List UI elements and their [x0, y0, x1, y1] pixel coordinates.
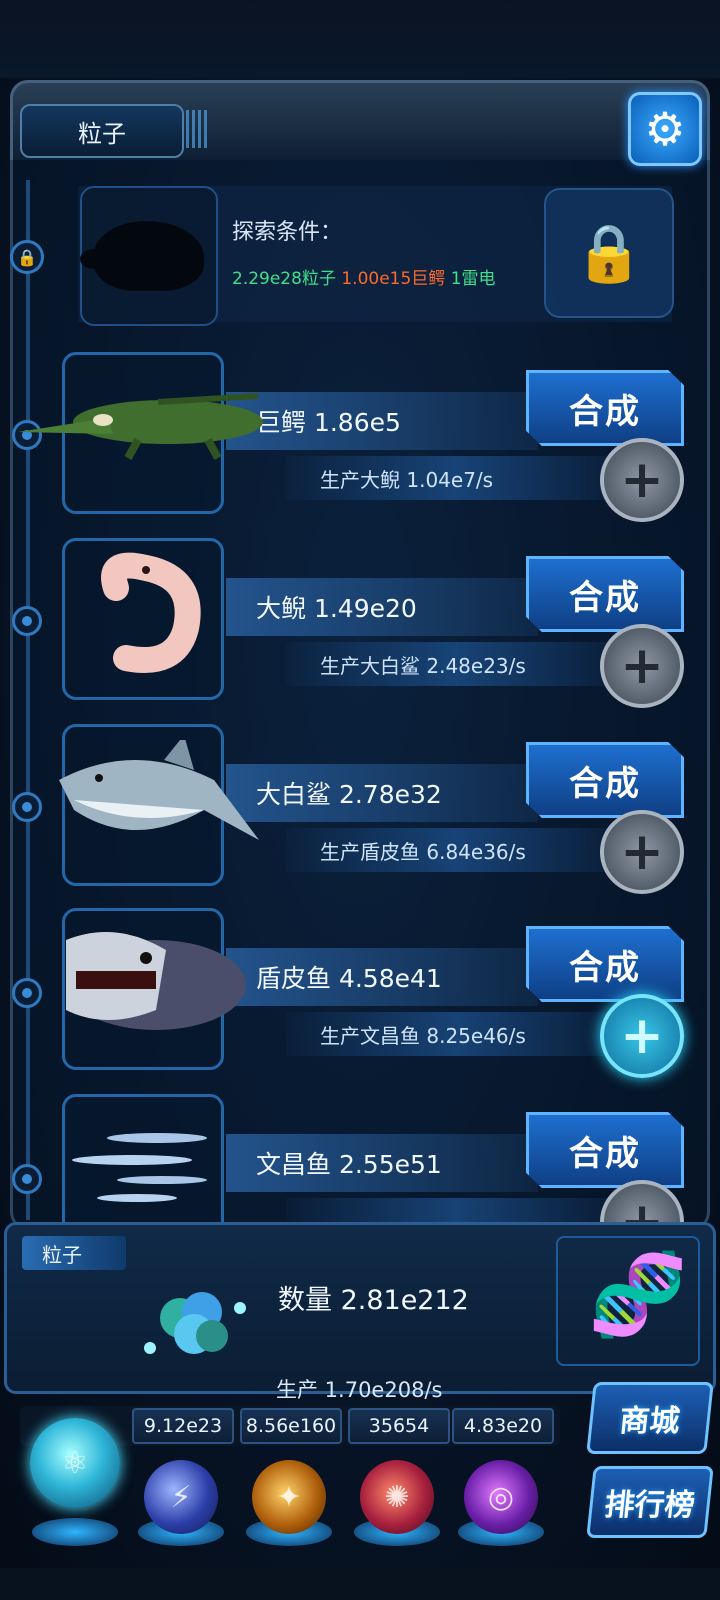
plus-icon: + — [620, 822, 664, 882]
page-title: 粒子 — [78, 119, 126, 148]
plus-icon: + — [620, 1192, 664, 1222]
particle-quantity: 数量 2.81e212 — [278, 1285, 469, 1316]
creature-name-bar: 大白鲨 2.78e32 — [226, 764, 538, 822]
energy-orb-tab[interactable]: ◎ — [464, 1460, 538, 1534]
locked-creature-portrait — [80, 186, 218, 326]
title-decoration — [186, 110, 208, 148]
orb-pedestal — [32, 1518, 118, 1546]
thunder-orb-tab[interactable]: ⚡ — [144, 1460, 218, 1534]
creature-name: 文昌鱼 2.55e51 — [256, 1150, 442, 1179]
lock-icon: 🔒 — [17, 247, 37, 267]
explore-requirements: 2.29e28粒子 1.00e15巨鳄 1雷电 — [232, 264, 496, 289]
bottom-strip — [0, 1568, 720, 1600]
shop-button[interactable]: 商城 — [586, 1382, 714, 1454]
creature-name-bar: 盾皮鱼 4.58e41 — [226, 948, 538, 1006]
creature-production: 生产盾皮鱼 6.84e36/s — [320, 839, 526, 864]
synthesize-button[interactable]: 合成 — [526, 1112, 684, 1188]
gear-icon: ⚙ — [644, 102, 686, 156]
progress-rail — [26, 180, 30, 1220]
dna-icon: 🧬 — [588, 1248, 688, 1341]
creature-production: 生产大白鲨 2.48e23/s — [320, 653, 526, 678]
creature-name: 大鲵 1.49e20 — [256, 594, 417, 623]
top-background — [0, 0, 720, 78]
creature-production-bar — [286, 1198, 626, 1222]
placoderm-image — [66, 932, 246, 1030]
creature-name: 大白鲨 2.78e32 — [256, 780, 442, 809]
rail-node — [12, 792, 42, 822]
particle-tag: 粒子 — [22, 1236, 126, 1270]
fire-orb-tab[interactable]: ✦ — [252, 1460, 326, 1534]
add-button[interactable]: + — [600, 438, 684, 522]
lightning-icon: ⚡ — [170, 1479, 192, 1515]
particle-cluster-icon — [144, 1292, 246, 1354]
explore-condition-label: 探索条件： — [232, 220, 343, 245]
ranking-button[interactable]: 排行榜 — [586, 1466, 714, 1538]
particle-production: 生产 1.70e208/s — [276, 1378, 443, 1402]
synthesize-button[interactable]: 合成 — [526, 926, 684, 1002]
rail-node — [12, 1164, 42, 1194]
synthesize-button[interactable]: 合成 — [526, 370, 684, 446]
settings-button[interactable]: ⚙ — [628, 92, 702, 166]
add-button[interactable]: + — [600, 810, 684, 894]
synthesize-button[interactable]: 合成 — [526, 556, 684, 632]
creature-production-bar: 生产盾皮鱼 6.84e36/s — [286, 828, 626, 872]
requirement-particles: 2.29e28粒子 — [232, 269, 336, 289]
creature-name: 巨鳄 1.86e5 — [256, 408, 401, 437]
creature-name: 盾皮鱼 4.58e41 — [256, 964, 442, 993]
vortex-icon: ◎ — [487, 1479, 515, 1515]
requirement-thunder: 1雷电 — [450, 269, 496, 289]
plus-icon: + — [620, 1006, 664, 1066]
plus-icon: + — [620, 450, 664, 510]
particle-orb-icon: ⚛ — [61, 1445, 89, 1481]
dna-icon-box: 🧬 — [556, 1236, 700, 1366]
creature-production: 生产大鲵 1.04e7/s — [320, 467, 494, 492]
resource-thunder: 9.12e23 — [132, 1408, 234, 1444]
creature-production-bar: 生产文昌鱼 8.25e46/s — [286, 1012, 626, 1056]
amphioxus-image — [72, 1133, 207, 1202]
crocodile-image — [18, 393, 263, 460]
resource-brain: 35654 — [348, 1408, 450, 1444]
shark-image — [59, 740, 259, 840]
salamander-image — [101, 552, 201, 673]
brain-icon: ✺ — [384, 1479, 410, 1515]
creature-production: 生产文昌鱼 8.25e46/s — [320, 1023, 526, 1048]
resource-energy: 4.83e20 — [452, 1408, 554, 1444]
fire-icon: ✦ — [276, 1479, 302, 1515]
creature-name-bar: 文昌鱼 2.55e51 — [226, 1134, 538, 1192]
add-button[interactable]: + — [600, 624, 684, 708]
creature-silhouette — [80, 221, 204, 291]
rail-node — [12, 606, 42, 636]
creature-name-bar: 巨鳄 1.86e5 — [226, 392, 538, 450]
brain-orb-tab[interactable]: ✺ — [360, 1460, 434, 1534]
particle-orb-tab[interactable]: ⚛ — [30, 1418, 120, 1508]
synthesize-button[interactable]: 合成 — [526, 742, 684, 818]
requirement-crocodile: 1.00e15巨鳄 — [341, 269, 446, 289]
unlock-button[interactable]: 🔒 — [544, 188, 674, 318]
creature-production-bar: 生产大鲵 1.04e7/s — [286, 456, 626, 500]
lock-icon: 🔒 — [574, 221, 644, 286]
page-title-tab: 粒子 — [20, 104, 184, 158]
creature-production-bar: 生产大白鲨 2.48e23/s — [286, 642, 626, 686]
rail-lock-node: 🔒 — [10, 240, 44, 274]
plus-icon: + — [620, 636, 664, 696]
resource-fire: 8.56e160 — [240, 1408, 342, 1444]
add-button[interactable]: + — [600, 994, 684, 1078]
creature-name-bar: 大鲵 1.49e20 — [226, 578, 538, 636]
